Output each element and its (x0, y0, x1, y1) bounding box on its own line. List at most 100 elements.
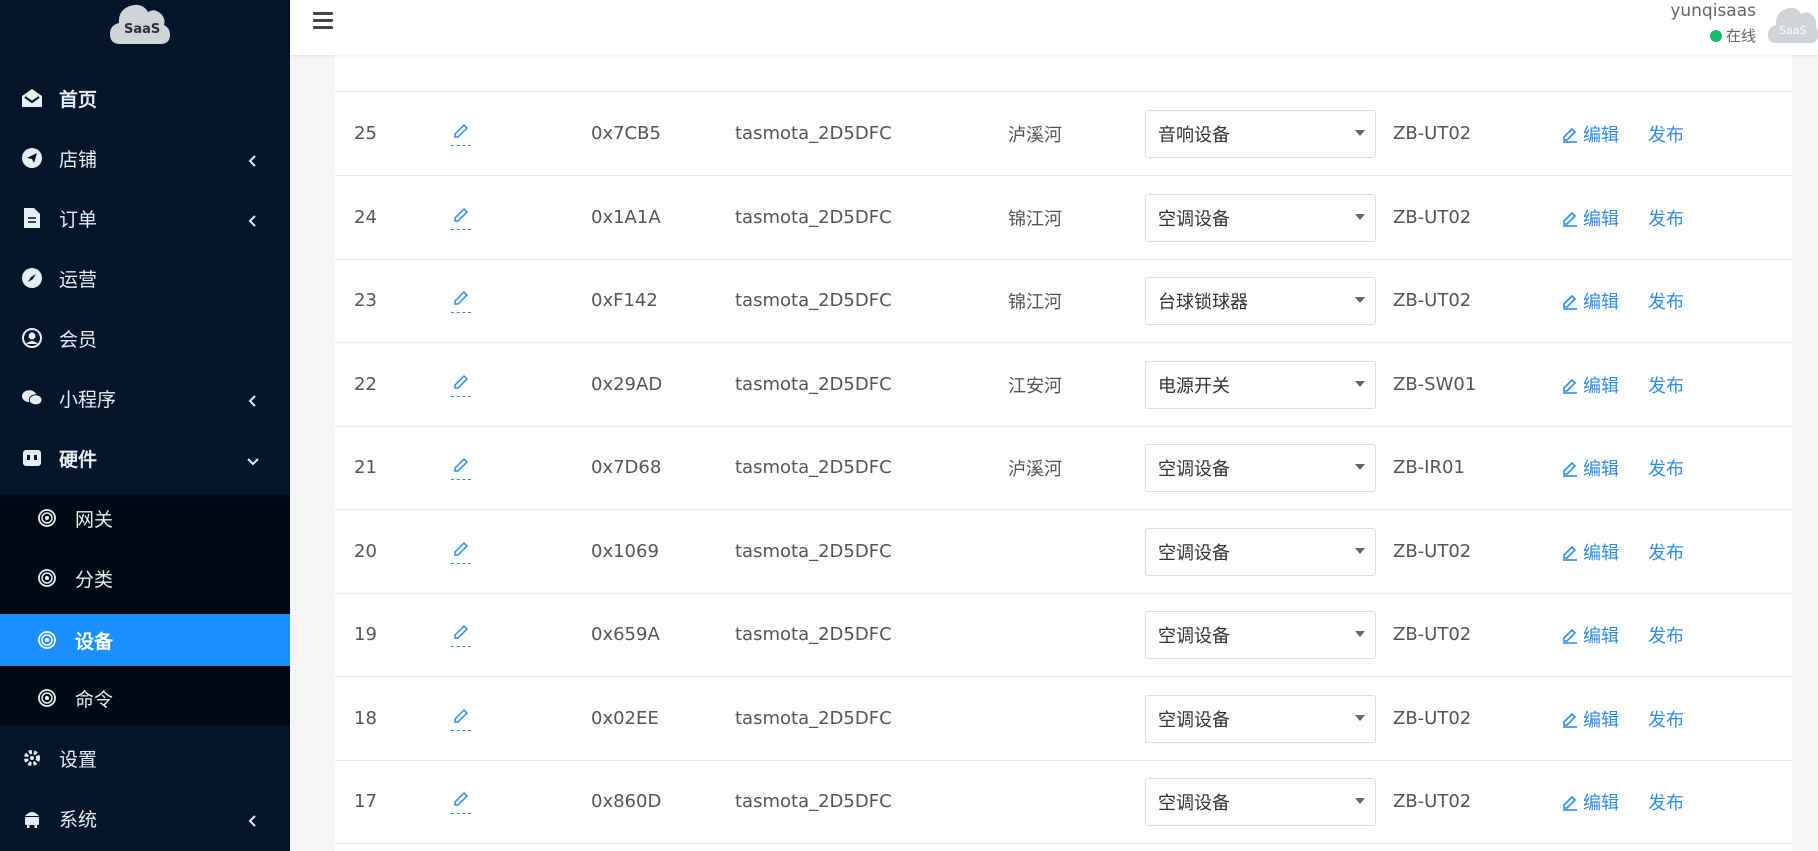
publish-button[interactable]: 发布 (1648, 539, 1684, 565)
device-type-select[interactable]: 空调设备 (1145, 527, 1376, 576)
device-address: 0x659A (591, 624, 660, 645)
send-icon (22, 148, 42, 168)
publish-button[interactable]: 发布 (1648, 455, 1684, 481)
device-location: 锦江河 (1008, 208, 1062, 230)
menu-item-orders[interactable]: 订单 (0, 188, 290, 248)
device-location: 泸溪河 (1008, 458, 1062, 480)
logo-text: SaaS (124, 22, 161, 37)
publish-button[interactable]: 发布 (1648, 706, 1684, 732)
publish-button[interactable]: 发布 (1648, 789, 1684, 815)
device-model: ZB-UT02 (1393, 708, 1472, 729)
online-status: 在线 (1709, 25, 1756, 46)
publish-label: 发布 (1648, 542, 1684, 564)
menu-toggle-icon[interactable] (313, 12, 333, 30)
table-row: 19 0x659A tasmota_2D5DFC 空调设备 ZB-UT02 编辑… (335, 593, 1792, 677)
device-name: tasmota_2D5DFC (735, 791, 892, 812)
caret-down-icon (1355, 630, 1365, 637)
device-name: tasmota_2D5DFC (735, 290, 892, 311)
menu-item-miniprogram[interactable]: 小程序 (0, 368, 290, 428)
table-row: 20 0x1069 tasmota_2D5DFC 空调设备 ZB-UT02 编辑… (335, 510, 1792, 594)
device-type-select[interactable]: 空调设备 (1145, 694, 1376, 743)
menu-item-home[interactable]: 首页 (0, 68, 290, 128)
edit-button[interactable]: 编辑 (1561, 121, 1619, 147)
row-id: 18 (354, 708, 377, 729)
pencil-icon[interactable] (451, 790, 471, 814)
pencil-icon[interactable] (451, 623, 471, 647)
row-id: 20 (354, 541, 377, 562)
submenu-label: 设备 (75, 630, 114, 653)
device-name: tasmota_2D5DFC (735, 541, 892, 562)
publish-button[interactable]: 发布 (1648, 121, 1684, 147)
select-value: 空调设备 (1158, 709, 1230, 731)
device-type-select[interactable]: 空调设备 (1145, 193, 1376, 242)
menu-label: 店铺 (59, 148, 98, 171)
pencil-icon[interactable] (451, 707, 471, 731)
edit-button[interactable]: 编辑 (1561, 789, 1619, 815)
caret-down-icon (1355, 714, 1365, 721)
menu-item-store[interactable]: 店铺 (0, 128, 290, 188)
avatar-text: SaaS (1779, 24, 1807, 37)
edit-button[interactable]: 编辑 (1561, 288, 1619, 314)
device-model: ZB-UT02 (1393, 624, 1472, 645)
select-value: 电源开关 (1158, 375, 1230, 397)
edit-icon (1563, 294, 1577, 310)
table-row: 18 0x02EE tasmota_2D5DFC 空调设备 ZB-UT02 编辑… (335, 677, 1792, 761)
submenu-label: 网关 (75, 508, 114, 531)
sidebar-item-gateway[interactable]: 网关 (0, 492, 290, 544)
device-type-select[interactable]: 空调设备 (1145, 443, 1376, 492)
device-location: 锦江河 (1008, 291, 1062, 313)
pencil-icon[interactable] (451, 122, 471, 146)
edit-button[interactable]: 编辑 (1561, 205, 1619, 231)
pencil-icon[interactable] (451, 456, 471, 480)
edit-button[interactable]: 编辑 (1561, 455, 1619, 481)
avatar[interactable]: SaaS (1768, 3, 1818, 45)
table-row: 22 0x29AD tasmota_2D5DFC 江安河 电源开关 ZB-SW0… (335, 343, 1792, 427)
sidebar-item-command[interactable]: 命令 (0, 672, 290, 724)
edit-icon (1563, 628, 1577, 644)
device-type-select[interactable]: 台球锁球器 (1145, 276, 1376, 325)
device-model: ZB-UT02 (1393, 123, 1472, 144)
menu-item-system[interactable]: 系统 (0, 788, 290, 848)
sidebar-item-device[interactable]: 设备 (0, 614, 290, 666)
select-value: 空调设备 (1158, 208, 1230, 230)
device-address: 0x7D68 (591, 457, 662, 478)
pencil-icon[interactable] (451, 289, 471, 313)
publish-label: 发布 (1648, 709, 1684, 731)
menu-label: 设置 (59, 748, 98, 771)
pencil-icon[interactable] (451, 540, 471, 564)
device-type-select[interactable]: 音响设备 (1145, 109, 1376, 158)
caret-down-icon (1355, 213, 1365, 220)
caret-down-icon (1355, 380, 1365, 387)
publish-button[interactable]: 发布 (1648, 288, 1684, 314)
device-type-select[interactable]: 空调设备 (1145, 777, 1376, 826)
device-type-select[interactable]: 电源开关 (1145, 360, 1376, 409)
edit-button[interactable]: 编辑 (1561, 706, 1619, 732)
edit-button[interactable]: 编辑 (1561, 539, 1619, 565)
edit-button[interactable]: 编辑 (1561, 622, 1619, 648)
publish-button[interactable]: 发布 (1648, 205, 1684, 231)
device-model: ZB-SW01 (1393, 374, 1477, 395)
publish-button[interactable]: 发布 (1648, 372, 1684, 398)
device-table: 25 0x7CB5 tasmota_2D5DFC 泸溪河 音响设备 ZB-UT0… (335, 0, 1792, 851)
publish-label: 发布 (1648, 792, 1684, 814)
document-icon (22, 208, 42, 228)
sidebar-item-category[interactable]: 分类 (0, 552, 290, 604)
edit-label: 编辑 (1583, 208, 1619, 230)
menu-item-hardware[interactable]: 硬件 (0, 428, 290, 488)
menu-label: 订单 (59, 208, 98, 231)
target-icon (38, 689, 56, 707)
edit-icon (1563, 127, 1577, 143)
edit-button[interactable]: 编辑 (1561, 372, 1619, 398)
edit-icon (1563, 795, 1577, 811)
target-icon (38, 631, 56, 649)
pencil-icon[interactable] (451, 206, 471, 230)
row-id: 21 (354, 457, 377, 478)
edit-icon (1563, 461, 1577, 477)
publish-label: 发布 (1648, 375, 1684, 397)
pencil-icon[interactable] (451, 373, 471, 397)
menu-item-settings[interactable]: 设置 (0, 728, 290, 788)
menu-item-members[interactable]: 会员 (0, 308, 290, 368)
publish-button[interactable]: 发布 (1648, 622, 1684, 648)
device-type-select[interactable]: 空调设备 (1145, 610, 1376, 659)
menu-item-operations[interactable]: 运营 (0, 248, 290, 308)
